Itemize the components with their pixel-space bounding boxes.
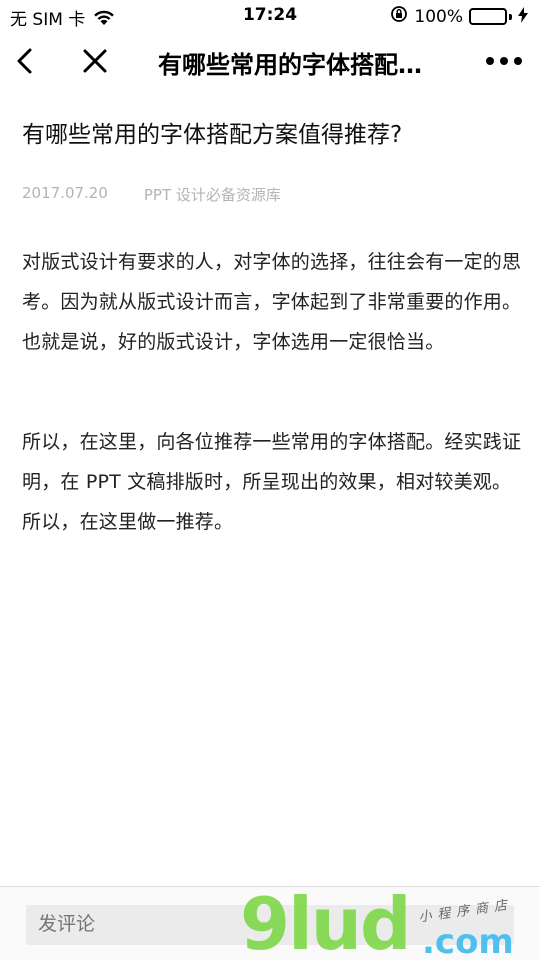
nav-title: 有哪些常用的字体搭配方案值得推荐? (158, 51, 432, 79)
battery-percent: 100% (414, 6, 463, 27)
status-bar: 无 SIM 卡 17:24 100% (0, 0, 540, 32)
article-source[interactable]: PPT 设计必备资源库 (144, 184, 281, 205)
back-icon[interactable] (10, 44, 44, 78)
comment-bar (0, 886, 540, 960)
navigation-bar: 有哪些常用的字体搭配方案值得推荐? (0, 32, 540, 90)
article-date: 2017.07.20 (22, 184, 108, 202)
article-title: 有哪些常用的字体搭配方案值得推荐? (22, 122, 403, 148)
status-right: 100% (390, 5, 528, 28)
charging-icon (518, 6, 528, 27)
article-paragraph: 所以，在这里，向各位推荐一些常用的字体搭配。经实践证明，在 PPT 文稿排版时，… (22, 431, 522, 533)
article-meta: 2017.07.20 PPT 设计必备资源库 (22, 184, 281, 205)
orientation-lock-icon (390, 5, 408, 28)
close-icon[interactable] (78, 44, 112, 78)
comment-input[interactable] (26, 905, 514, 945)
more-icon[interactable] (486, 51, 522, 71)
article-paragraph: 对版式设计有要求的人，对字体的选择，往往会有一定的思考。因为就从版式设计而言，字… (22, 251, 522, 353)
battery-icon (469, 8, 512, 25)
